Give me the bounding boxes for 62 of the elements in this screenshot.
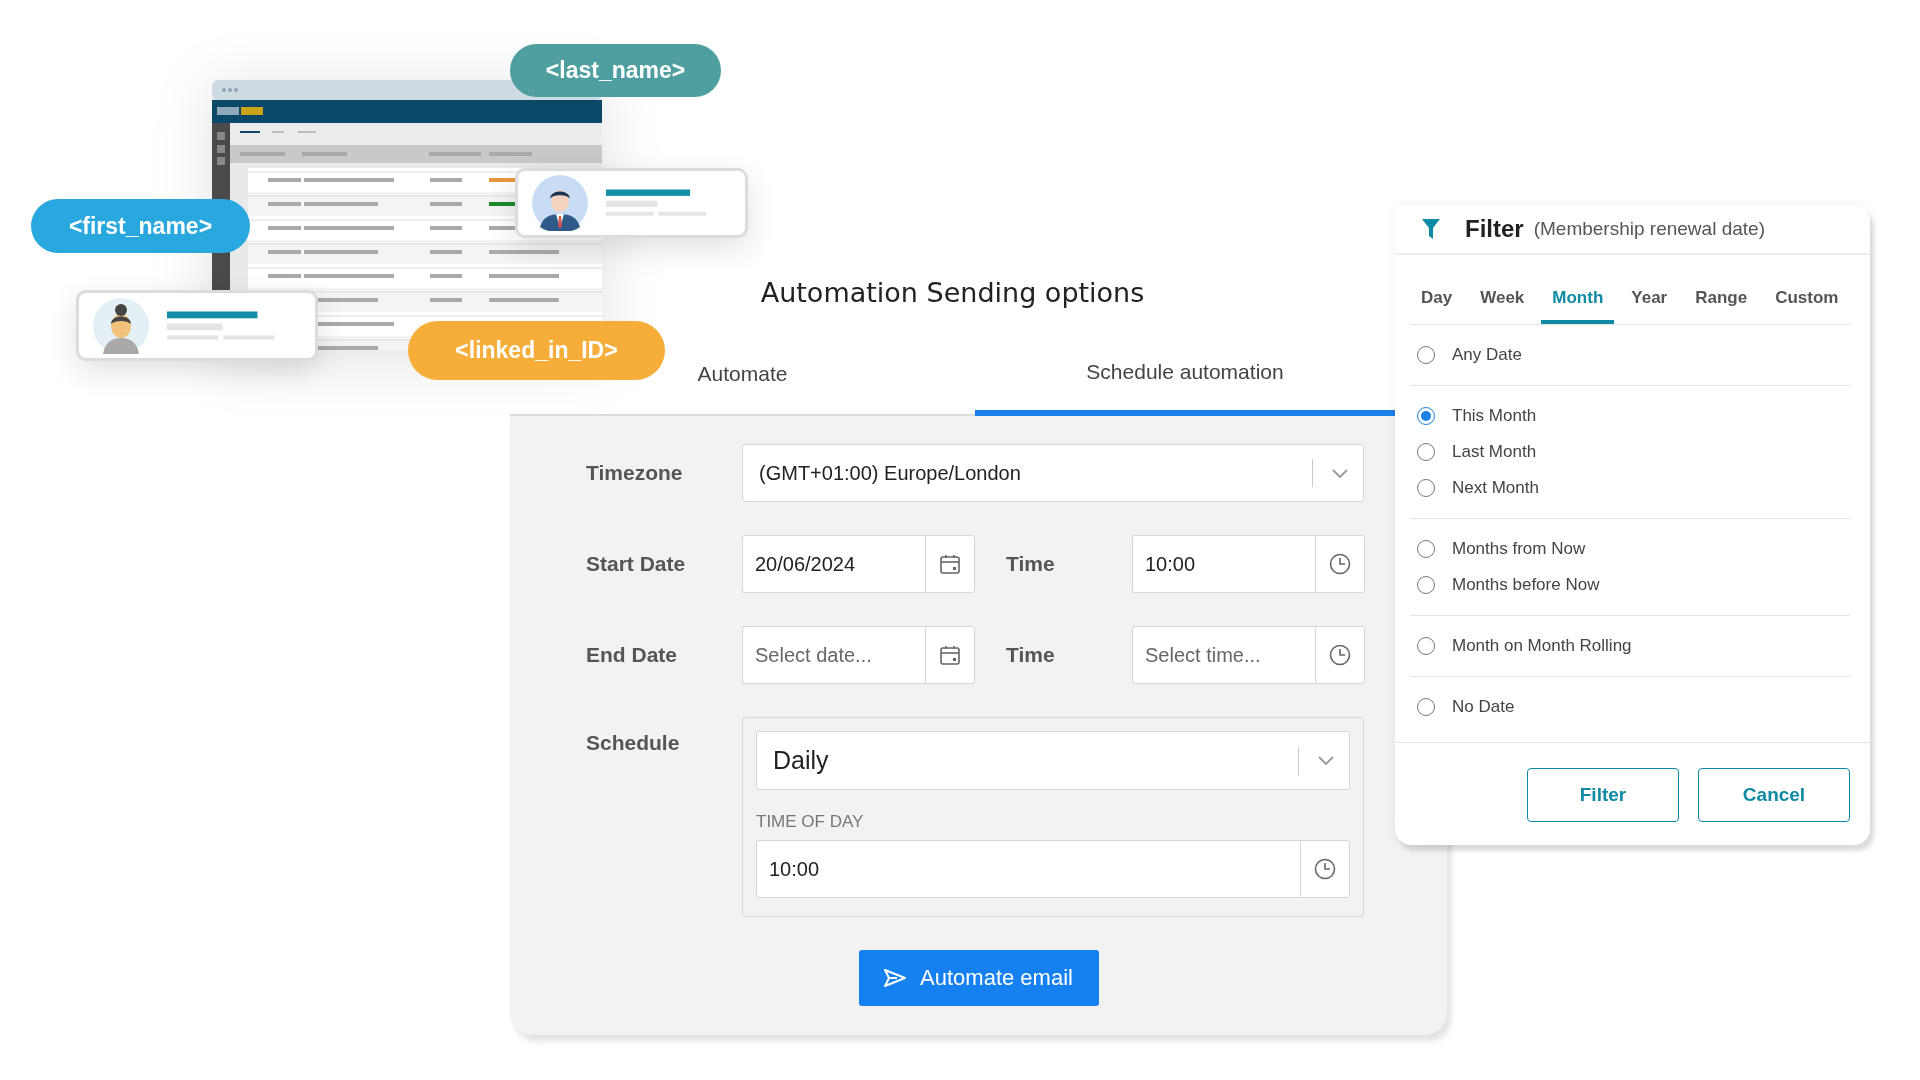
picker-button[interactable]: [925, 535, 975, 593]
option-label[interactable]: Months before Now: [1452, 575, 1600, 595]
chevron-down-icon: [1331, 467, 1349, 479]
radio-button[interactable]: [1417, 540, 1435, 558]
clock-icon: [1329, 553, 1351, 575]
field-label: Start Date: [586, 552, 687, 576]
clock-icon: [1314, 858, 1336, 880]
chevron-down-icon: [1317, 755, 1335, 766]
panel-title: Filter: [1465, 215, 1524, 243]
filter-action-button[interactable]: Filter: [1527, 768, 1679, 822]
radio-button[interactable]: [1417, 346, 1435, 364]
option-label[interactable]: No Date: [1452, 697, 1515, 717]
picker-button[interactable]: [925, 626, 975, 684]
radio-button[interactable]: [1417, 407, 1435, 425]
field-label: Time: [1006, 552, 1056, 576]
tab[interactable]: Year: [1620, 284, 1679, 324]
option-label[interactable]: Month on Month Rolling: [1452, 636, 1632, 656]
picker-button[interactable]: [1300, 840, 1350, 898]
input-field[interactable]: Select time...: [1132, 626, 1315, 684]
filter-icon: [1422, 219, 1440, 239]
field-label: TIME OF DAY: [756, 812, 865, 832]
field-label: Schedule: [586, 730, 681, 755]
avatar-icon: [93, 297, 149, 354]
field-label: End Date: [586, 643, 678, 667]
send-icon: [884, 969, 907, 987]
picker-button[interactable]: [1315, 626, 1365, 684]
option-label[interactable]: Months from Now: [1452, 539, 1586, 559]
radio-button[interactable]: [1417, 443, 1435, 461]
field-label: Timezone: [586, 461, 684, 485]
tab[interactable]: Range: [1684, 284, 1759, 324]
input-field[interactable]: 20/06/2024: [742, 535, 925, 593]
dropdown[interactable]: Daily: [756, 731, 1350, 790]
input-field[interactable]: 10:00: [756, 840, 1300, 898]
input-field[interactable]: 10:00: [1132, 535, 1315, 593]
filter-action-button[interactable]: Cancel: [1698, 768, 1850, 822]
tag-label: <linked_in_ID>: [408, 321, 665, 380]
option-label[interactable]: Next Month: [1452, 478, 1539, 498]
tab[interactable]: Day: [1410, 284, 1464, 324]
calendar-icon: [939, 553, 961, 575]
tag-label: <first_name>: [31, 199, 250, 253]
panel-subtitle: (Membership renewal date): [1533, 218, 1765, 240]
picker-button[interactable]: [1315, 535, 1365, 593]
option-label[interactable]: Any Date: [1452, 345, 1522, 365]
tab[interactable]: Week: [1469, 284, 1536, 324]
radio-button[interactable]: [1417, 576, 1435, 594]
radio-button[interactable]: [1417, 698, 1435, 716]
option-label[interactable]: This Month: [1452, 406, 1537, 426]
tab[interactable]: Custom: [1764, 284, 1850, 324]
panel-title: Automation Sending options: [759, 276, 1146, 310]
tab[interactable]: Month: [1541, 284, 1615, 324]
dropdown[interactable]: (GMT+01:00) Europe/London: [742, 444, 1364, 502]
automate-email-button[interactable]: Automate email: [858, 950, 1099, 1006]
clock-icon: [1329, 644, 1351, 666]
input-field[interactable]: Select date...: [742, 626, 925, 684]
tag-label: <last_name>: [510, 44, 721, 97]
calendar-icon: [939, 644, 961, 666]
option-label[interactable]: Last Month: [1452, 442, 1537, 462]
avatar-icon: [532, 175, 588, 231]
radio-button[interactable]: [1417, 637, 1435, 655]
field-label: Time: [1006, 643, 1056, 667]
radio-button[interactable]: [1417, 479, 1435, 497]
tab[interactable]: Automate: [697, 360, 788, 390]
